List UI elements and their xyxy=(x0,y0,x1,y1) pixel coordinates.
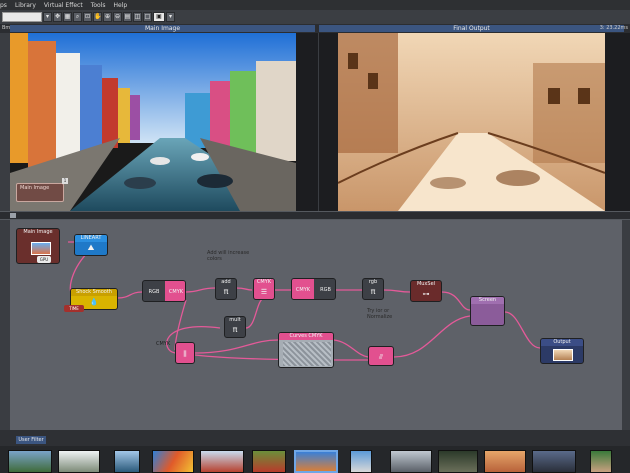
rgb-label: RGB xyxy=(148,289,160,295)
thumbnail-11[interactable] xyxy=(484,450,526,473)
thumbnail-5[interactable] xyxy=(200,450,244,473)
curves-preview xyxy=(283,342,331,366)
graph-scrollbar[interactable] xyxy=(622,220,630,430)
thumbnail-13[interactable] xyxy=(590,450,612,473)
sliders-icon: ☰ xyxy=(260,288,268,296)
note-try-ior: Try ior or Normalize xyxy=(367,308,393,320)
muxsel-node-title: MuxSel xyxy=(416,281,436,287)
viewer-divider-left xyxy=(296,33,318,211)
menu-item-virtual-effect[interactable]: Virtual Effect xyxy=(44,2,83,9)
cmyk-merge-node[interactable]: ⫻ xyxy=(368,346,394,366)
screen-node[interactable]: Screen xyxy=(470,296,505,326)
merge-icon: ⫻ xyxy=(378,353,384,361)
note-add-increase: Add will increase colors xyxy=(207,250,250,262)
pi-icon: π xyxy=(370,287,376,296)
main-image-tag-label: Main Image xyxy=(20,185,50,191)
mountain-icon: ⛰ xyxy=(87,243,95,252)
viewer-graph-splitter[interactable] xyxy=(0,211,630,220)
rgb-to-cmyk-node[interactable]: RGB CMYK xyxy=(142,280,186,302)
menu-item-tools[interactable]: Tools xyxy=(91,2,106,9)
zoom-out-icon[interactable]: ⊖ xyxy=(113,12,122,22)
time-badge: TIME xyxy=(64,305,84,312)
tag-badge: 1 xyxy=(62,178,68,184)
thumbnail-9[interactable] xyxy=(390,450,432,473)
grid-icon[interactable]: ▦ xyxy=(63,12,72,22)
filmstrip-header xyxy=(0,430,630,446)
lineart-node-title: LINEART xyxy=(75,235,107,242)
final-output-preview[interactable] xyxy=(338,33,605,211)
gpu-badge: GPU xyxy=(37,256,51,263)
curves-cmyk-node[interactable]: Curves CMYK xyxy=(278,332,334,368)
mult-node-title: mult xyxy=(229,317,241,323)
cmyk-in-label: CMYK xyxy=(292,279,314,299)
add-node[interactable]: add π xyxy=(215,278,237,300)
zoom-in-icon[interactable]: ⊕ xyxy=(103,12,112,22)
main-image-node[interactable]: Main Image GPU xyxy=(16,228,60,264)
render-time: 3: 23.22ms xyxy=(599,25,628,31)
user-filter-tab[interactable]: User Filter xyxy=(16,436,46,444)
pi-icon: π xyxy=(232,325,238,334)
thumbnail-12[interactable] xyxy=(532,450,576,473)
view-mode-icon[interactable]: ▣ xyxy=(153,12,165,22)
layout-icon[interactable]: ▤ xyxy=(123,12,132,22)
pan-icon[interactable]: ✥ xyxy=(53,12,62,22)
cmyk-to-rgb-node[interactable]: CMYK RGB xyxy=(291,278,336,300)
pi-icon: π xyxy=(223,287,229,296)
node-graph-canvas[interactable]: Main Image GPU LINEART ⛰ Shock Smooth 💧 … xyxy=(10,220,622,430)
muxsel-node[interactable]: MuxSel ⊶ xyxy=(410,280,442,302)
thumbnail-6[interactable] xyxy=(252,450,286,473)
hand-icon[interactable]: ✋ xyxy=(93,12,102,22)
cmyk-node[interactable]: CMYK ☰ xyxy=(253,278,275,300)
thumbnail-selected[interactable] xyxy=(294,450,338,473)
menu-item-help[interactable]: Help xyxy=(113,2,127,9)
cmyk-node-title: CMYK xyxy=(256,279,272,285)
cmyk-label: CMYK xyxy=(165,281,185,301)
switch-icon: ⊶ xyxy=(422,290,430,298)
app-window: ps Library Virtual Effect Tools Help ▾ ✥… xyxy=(0,0,630,473)
menu-item-ps[interactable]: ps xyxy=(0,2,7,9)
thumbnail-4[interactable] xyxy=(152,450,194,473)
cmyk-split-label: CMYK xyxy=(156,341,171,347)
menu-item-library[interactable]: Library xyxy=(15,2,36,9)
zoom-field[interactable] xyxy=(2,12,42,22)
thumbnail-10[interactable] xyxy=(438,450,478,473)
main-image-tag[interactable]: Main Image xyxy=(16,183,64,202)
viewer-margin-right xyxy=(605,33,630,211)
output-node[interactable]: Output xyxy=(540,338,584,364)
thumbnail-3[interactable] xyxy=(114,450,140,473)
split-icon[interactable]: ◫ xyxy=(133,12,142,22)
add-node-title: add xyxy=(221,279,231,285)
shock-smooth-node-title: Shock Smooth xyxy=(71,289,117,296)
main-image-node-title: Main Image xyxy=(23,229,53,235)
thumbnail-8[interactable] xyxy=(350,450,372,473)
output-thumbnail-icon xyxy=(553,349,573,361)
square-icon[interactable]: □ xyxy=(143,12,152,22)
viewer-divider-right xyxy=(319,33,338,211)
main-image-title: Main Image xyxy=(10,25,315,32)
lineart-node[interactable]: LINEART ⛰ xyxy=(74,234,108,256)
collapse-icon[interactable] xyxy=(10,213,16,218)
output-node-title: Output xyxy=(541,339,583,346)
cmyk-split-node[interactable]: ⫼ xyxy=(175,342,195,364)
thumbnail-2[interactable] xyxy=(58,450,100,473)
final-output-title: Final Output xyxy=(319,25,624,32)
mult-node[interactable]: mult π xyxy=(224,316,246,338)
thumbnail-1[interactable] xyxy=(8,450,52,473)
menu-bar: ps Library Virtual Effect Tools Help xyxy=(0,0,630,10)
split-icon: ⫼ xyxy=(183,350,187,358)
rgb-pi-node-title: rgb xyxy=(368,279,378,285)
arrow-down-icon[interactable]: ▾ xyxy=(43,12,52,22)
curves-node-title: Curves CMYK xyxy=(279,333,333,340)
screen-node-title: Screen xyxy=(471,297,504,304)
dropdown-icon[interactable]: ▾ xyxy=(166,12,175,22)
toolbar: ▾ ✥ ▦ ⌕ ⊡ ✋ ⊕ ⊖ ▤ ◫ □ ▣ ▾ xyxy=(0,10,630,24)
search-icon[interactable]: ⌕ xyxy=(73,12,82,22)
rgb-pi-node[interactable]: rgb π xyxy=(362,278,384,300)
image-thumbnail-icon xyxy=(31,242,51,255)
zoom-fit-icon[interactable]: ⊡ xyxy=(83,12,92,22)
rgb-out-label: RGB xyxy=(320,287,331,293)
